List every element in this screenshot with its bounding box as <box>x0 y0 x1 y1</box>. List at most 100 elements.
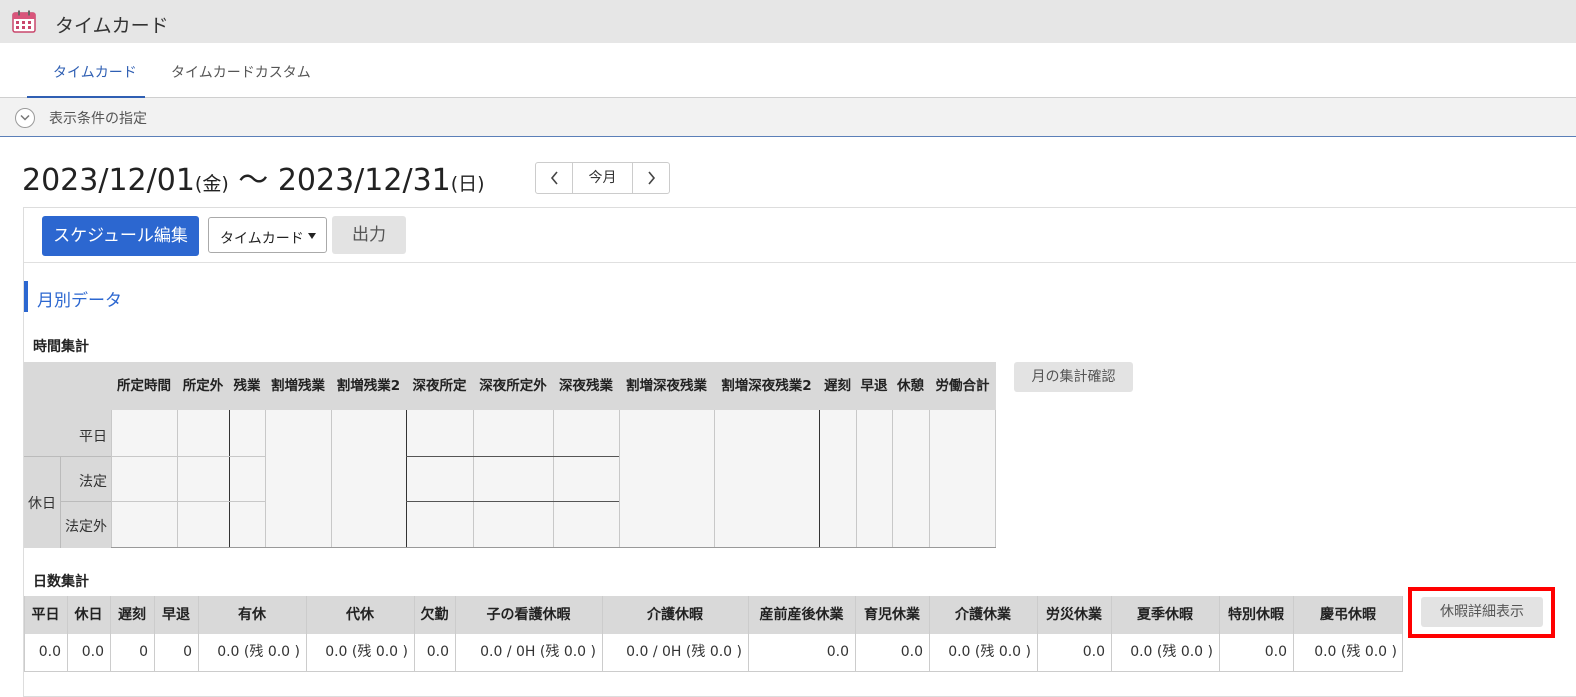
grid-line <box>929 410 930 548</box>
row-label-holiday: 休日 <box>28 496 56 512</box>
grid-line <box>1402 596 1403 672</box>
grid-line <box>406 410 407 548</box>
column-header: 所定時間 <box>111 362 177 410</box>
grid-line <box>414 596 415 672</box>
column-header: 平日 <box>24 596 67 634</box>
period-end-dow: (日) <box>450 173 485 195</box>
grid-line <box>748 596 749 672</box>
column-header: 特別休暇 <box>1219 596 1293 634</box>
row-label-weekday: 平日 <box>79 429 107 445</box>
table-cell: 0.0 <box>414 634 455 671</box>
table-cell: 0.0 / 0H (残 0.0 ) <box>602 634 748 671</box>
grid-line <box>198 596 199 672</box>
dropdown-caret-icon <box>308 233 316 239</box>
prev-month-button[interactable] <box>536 163 573 193</box>
row-label-legal: 法定 <box>79 474 107 490</box>
period-start-dow: (金) <box>194 173 229 195</box>
grid-line <box>1037 596 1038 672</box>
grid-line <box>819 410 820 548</box>
grid-line <box>553 410 554 548</box>
grid-line <box>265 410 266 548</box>
column-header: 介護休業 <box>929 596 1037 634</box>
column-header: 残業 <box>229 362 265 410</box>
column-header: 深夜所定 <box>406 362 473 410</box>
grid-line <box>111 501 265 502</box>
tab-bar: タイムカード タイムカードカスタム <box>0 43 1576 98</box>
chevron-left-icon <box>550 171 558 185</box>
grid-line <box>602 596 603 672</box>
column-header: 欠勤 <box>414 596 455 634</box>
grid-line <box>67 596 68 672</box>
title-bar: タイムカード <box>0 0 1576 43</box>
column-header: 所定外 <box>177 362 229 410</box>
period-start: 2023/12/01 <box>22 163 195 198</box>
monthly-summary-confirm-button[interactable]: 月の集計確認 <box>1014 362 1133 392</box>
column-header: 深夜所定外 <box>473 362 553 410</box>
grid-line <box>1293 596 1294 672</box>
grid-line <box>473 410 474 548</box>
chevron-down-icon[interactable] <box>15 108 35 128</box>
table-cell: 0.0 <box>1037 634 1111 671</box>
table-cell: 0.0 <box>855 634 929 671</box>
table-cell: 0.0 <box>1219 634 1293 671</box>
column-header: 労災休業 <box>1037 596 1111 634</box>
leave-detail-button[interactable]: 休暇詳細表示 <box>1421 597 1543 627</box>
grid-line <box>929 596 930 672</box>
table-corner <box>24 362 111 410</box>
month-navigation: 今月 <box>535 162 670 194</box>
column-header: 遅刻 <box>819 362 856 410</box>
column-header: 割増深夜残業2 <box>714 362 819 410</box>
tab-timecard-custom[interactable]: タイムカードカスタム <box>171 62 311 82</box>
filter-bar[interactable]: 表示条件の指定 <box>0 98 1576 137</box>
column-header: 労働合計 <box>929 362 996 410</box>
grid-line <box>331 410 332 548</box>
column-header: 介護休暇 <box>602 596 748 634</box>
grid-line <box>1111 596 1112 672</box>
column-header: 割増残業 <box>265 362 331 410</box>
table-cell: 0.0 (残 0.0 ) <box>198 634 306 671</box>
grid-line <box>24 456 111 457</box>
grid-line <box>110 596 111 672</box>
next-month-button[interactable] <box>632 163 669 193</box>
column-header: 割増深夜残業 <box>619 362 714 410</box>
grid-line <box>455 596 456 672</box>
grid-line <box>24 596 25 672</box>
column-header: 夏季休暇 <box>1111 596 1219 634</box>
this-month-button[interactable]: 今月 <box>573 163 632 193</box>
column-header: 育児休業 <box>855 596 929 634</box>
column-header: 早退 <box>154 596 198 634</box>
tab-timecard[interactable]: タイムカード <box>53 62 137 82</box>
section-accent-bar <box>24 281 28 312</box>
grid-line <box>60 501 111 502</box>
grid-line <box>229 410 230 548</box>
table-cell: 0 <box>154 634 198 671</box>
grid-line <box>306 596 307 672</box>
column-header: 子の看護休暇 <box>455 596 602 634</box>
view-select[interactable]: タイムカード <box>208 217 327 253</box>
column-header: 遅刻 <box>110 596 154 634</box>
grid-line <box>892 410 893 548</box>
grid-line <box>111 456 265 457</box>
grid-line <box>154 596 155 672</box>
grid-line <box>856 410 857 548</box>
column-header: 有休 <box>198 596 306 634</box>
table-cell: 0.0 (残 0.0 ) <box>306 634 414 671</box>
schedule-edit-button[interactable]: スケジュール編集 <box>42 216 199 256</box>
table-cell: 0 <box>110 634 154 671</box>
table-cell: 0.0 (残 0.0 ) <box>1293 634 1403 671</box>
grid-line <box>24 671 1403 672</box>
grid-line <box>714 410 715 548</box>
day-summary-title: 日数集計 <box>33 574 89 590</box>
column-header: 代休 <box>306 596 414 634</box>
period-heading: 2023/12/01(金) 〜 2023/12/31(日) <box>22 155 485 199</box>
output-button[interactable]: 出力 <box>332 216 406 254</box>
grid-line <box>406 501 619 502</box>
column-header: 慶弔休暇 <box>1293 596 1403 634</box>
grid-line <box>1219 596 1220 672</box>
filter-label[interactable]: 表示条件の指定 <box>49 108 147 128</box>
table-cell: 0.0 (残 0.0 ) <box>929 634 1037 671</box>
grid-line <box>111 547 996 548</box>
time-summary-table: 所定時間 所定外 残業 割増残業 割増残業2 深夜所定 深夜所定外 深夜残業 割… <box>24 362 996 548</box>
grid-line <box>60 456 61 548</box>
period-end: 2023/12/31 <box>277 163 451 198</box>
